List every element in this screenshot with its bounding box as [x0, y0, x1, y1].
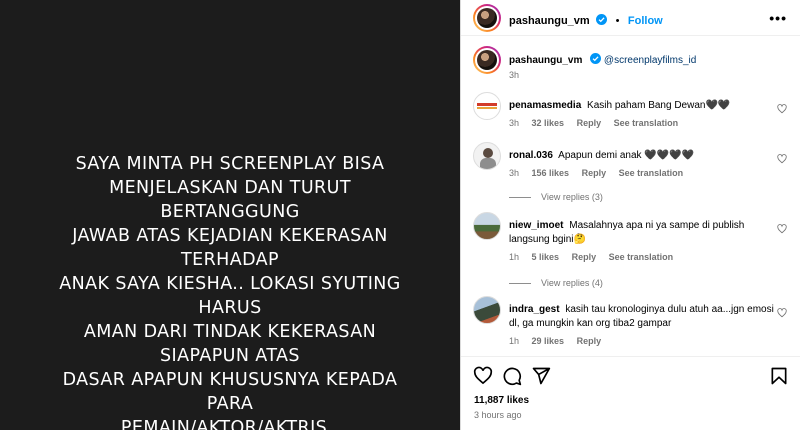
caption-time: 3h — [509, 70, 520, 80]
view-replies-button[interactable]: View replies (4) — [509, 278, 603, 288]
comment-likes[interactable]: 29 likes — [532, 336, 565, 346]
post-header: pashaungu_vm • Follow ••• — [461, 0, 800, 36]
see-translation-link[interactable]: See translation — [609, 252, 674, 262]
commenter-avatar[interactable] — [473, 142, 501, 170]
comment-time: 3h — [509, 118, 520, 128]
post-image-text: SAYA MINTA PH SCREENPLAY BISA MENJELASKA… — [59, 154, 401, 430]
comment-text: Kasih paham Bang Dewan🖤🖤 — [587, 100, 731, 111]
comment-like-heart-icon[interactable] — [777, 308, 787, 318]
post-likes-count[interactable]: 11,887 likes — [474, 395, 529, 406]
view-replies-line — [509, 196, 531, 198]
comment-icon[interactable] — [502, 366, 522, 386]
comment-like-heart-icon[interactable] — [777, 104, 787, 114]
more-options-icon[interactable]: ••• — [769, 10, 787, 26]
comment-likes[interactable]: 5 likes — [532, 252, 560, 262]
commenter-avatar[interactable] — [473, 296, 501, 324]
post-actions-bar — [461, 356, 800, 392]
commenter-username[interactable]: indra_gest — [509, 304, 560, 315]
caption-mention-link[interactable]: @screenplayfilms_id — [604, 55, 696, 66]
commenter-avatar[interactable] — [473, 212, 501, 240]
caption-username[interactable]: pashaungu_vm — [509, 55, 582, 66]
post-side-panel: pashaungu_vm • Follow ••• pashaungu_vm @… — [460, 0, 800, 430]
see-translation-link[interactable]: See translation — [614, 118, 679, 128]
view-replies-label: View replies (4) — [541, 278, 603, 288]
commenter-username[interactable]: penamasmedia — [509, 100, 581, 111]
reply-button[interactable]: Reply — [572, 252, 597, 262]
author-username[interactable]: pashaungu_vm — [509, 15, 590, 27]
comment-like-heart-icon[interactable] — [777, 154, 787, 164]
see-translation-link[interactable]: See translation — [619, 168, 684, 178]
comment-likes[interactable]: 32 likes — [532, 118, 565, 128]
view-replies-line — [509, 282, 531, 284]
comment-like-heart-icon[interactable] — [777, 224, 787, 234]
reply-button[interactable]: Reply — [577, 118, 602, 128]
verified-badge-icon — [596, 14, 608, 25]
author-avatar[interactable] — [473, 4, 501, 32]
commenter-username[interactable]: ronal.036 — [509, 150, 553, 161]
heart-icon[interactable] — [473, 366, 493, 386]
comment-likes[interactable]: 156 likes — [532, 168, 570, 178]
view-replies-label: View replies (3) — [541, 192, 603, 202]
post-timestamp[interactable]: 3 hours ago — [474, 410, 522, 420]
caption-avatar[interactable] — [473, 46, 501, 74]
comment-text: Apapun demi anak 🖤🖤🖤🖤 — [558, 150, 695, 161]
post-media[interactable]: SAYA MINTA PH SCREENPLAY BISA MENJELASKA… — [0, 0, 460, 430]
comment-time: 3h — [509, 168, 520, 178]
comment-time: 1h — [509, 336, 520, 346]
share-icon[interactable] — [531, 366, 551, 386]
verified-badge-icon — [590, 53, 602, 64]
follow-button[interactable]: Follow — [628, 15, 663, 27]
reply-button[interactable]: Reply — [582, 168, 607, 178]
commenter-avatar[interactable] — [473, 92, 501, 120]
separator-dot: • — [615, 15, 620, 27]
bookmark-icon[interactable] — [769, 366, 789, 386]
comment-time: 1h — [509, 252, 520, 262]
commenter-username[interactable]: niew_imoet — [509, 220, 563, 231]
reply-button[interactable]: Reply — [577, 336, 602, 346]
view-replies-button[interactable]: View replies (3) — [509, 192, 603, 202]
